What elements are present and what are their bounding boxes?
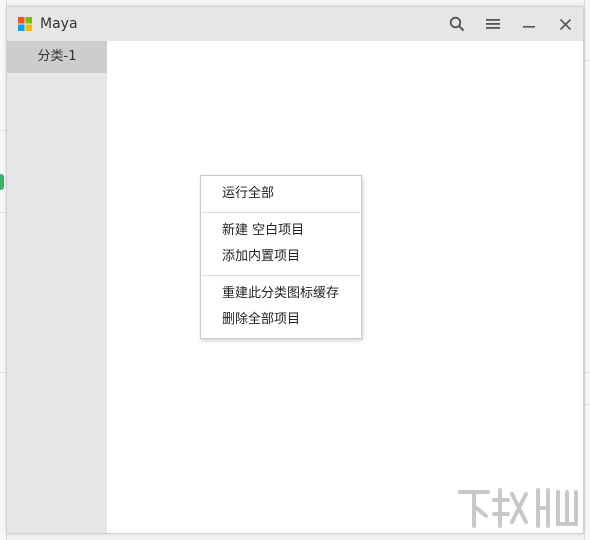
menu-item-add-builtin-item[interactable]: 添加内置项目 <box>202 245 360 269</box>
search-button[interactable] <box>443 11 471 37</box>
watermark-logo <box>458 488 578 528</box>
background-divider <box>585 404 590 405</box>
search-icon <box>449 16 465 32</box>
context-menu: 运行全部 新建 空白项目 添加内置项目 重建此分类图标缓存 删除全部项目 <box>200 175 362 339</box>
background-divider <box>585 60 590 61</box>
menu-item-run-all[interactable]: 运行全部 <box>202 182 360 206</box>
menu-separator <box>202 275 360 276</box>
category-sidebar: 分类-1 <box>7 41 107 533</box>
close-icon <box>559 18 571 30</box>
windows-logo-icon <box>18 17 32 31</box>
menu-icon <box>486 19 500 29</box>
window-title: Maya <box>40 16 78 32</box>
menu-separator <box>202 212 360 213</box>
close-button[interactable] <box>551 11 579 37</box>
title-bar[interactable]: Maya <box>7 7 583 41</box>
menu-button[interactable] <box>479 11 507 37</box>
minimize-button[interactable] <box>515 11 543 37</box>
minimize-icon <box>523 26 535 28</box>
background-accent-mark <box>0 174 4 190</box>
category-item-1[interactable]: 分类-1 <box>7 41 107 73</box>
menu-item-new-blank-item[interactable]: 新建 空白项目 <box>202 219 360 243</box>
menu-item-delete-all-items[interactable]: 删除全部项目 <box>202 308 360 332</box>
menu-item-rebuild-icon-cache[interactable]: 重建此分类图标缓存 <box>202 282 360 306</box>
background-window-right-edge <box>584 0 590 540</box>
background-divider <box>585 372 590 373</box>
